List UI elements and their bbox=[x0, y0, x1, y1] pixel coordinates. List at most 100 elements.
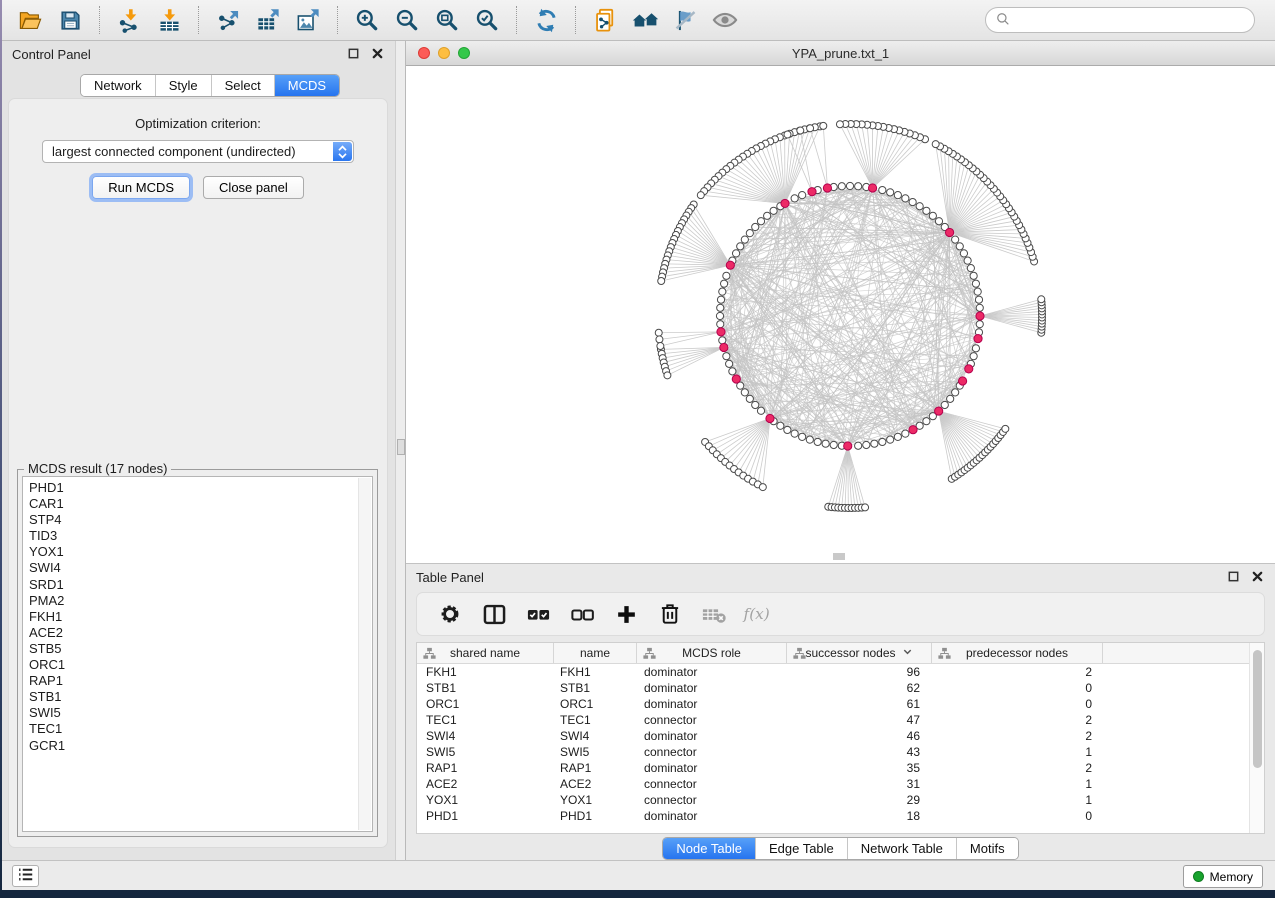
add-column-button[interactable] bbox=[609, 597, 643, 631]
search-input[interactable] bbox=[1012, 9, 1254, 31]
memory-button[interactable]: Memory bbox=[1183, 865, 1263, 888]
run-mcds-button[interactable]: Run MCDS bbox=[92, 176, 190, 199]
result-node-item[interactable]: FKH1 bbox=[29, 609, 372, 625]
float-icon bbox=[1227, 570, 1240, 586]
result-node-item[interactable]: STP4 bbox=[29, 512, 372, 528]
table-row[interactable]: FKH1FKH1dominator962 bbox=[417, 664, 1264, 680]
toolbar-separator bbox=[99, 6, 100, 34]
result-node-item[interactable]: YOX1 bbox=[29, 544, 372, 560]
export-image-button[interactable] bbox=[288, 4, 328, 36]
result-node-item[interactable]: CAR1 bbox=[29, 496, 372, 512]
result-node-item[interactable]: SWI5 bbox=[29, 705, 372, 721]
network-window-titlebar: YPA_prune.txt_1 bbox=[406, 41, 1275, 66]
delete-table-button bbox=[697, 597, 731, 631]
zoom-selected-button[interactable] bbox=[467, 4, 507, 36]
tab-network[interactable]: Network bbox=[81, 75, 155, 96]
table-row[interactable]: YOX1YOX1connector291 bbox=[417, 792, 1264, 808]
table-panel-title: Table Panel bbox=[416, 570, 484, 585]
result-node-item[interactable]: TEC1 bbox=[29, 721, 372, 737]
zoom-fit-button[interactable] bbox=[427, 4, 467, 36]
select-all-columns-button[interactable] bbox=[521, 597, 555, 631]
float-table-panel-button[interactable] bbox=[1225, 570, 1241, 586]
save-session-button[interactable] bbox=[50, 4, 90, 36]
tab-mcds[interactable]: MCDS bbox=[274, 75, 339, 96]
divider-scroll-thumb[interactable] bbox=[397, 439, 405, 455]
node-table[interactable]: shared namenameMCDS rolesuccessor nodesp… bbox=[416, 642, 1265, 834]
table-cell: 1 bbox=[932, 745, 1103, 759]
table-cell: 0 bbox=[932, 809, 1103, 823]
column-header-MCDS-role[interactable]: MCDS role bbox=[637, 643, 787, 663]
table-cell: 43 bbox=[787, 745, 932, 759]
column-header-predecessor-nodes[interactable]: predecessor nodes bbox=[932, 643, 1103, 663]
column-header-successor-nodes[interactable]: successor nodes bbox=[787, 643, 932, 663]
close-panel-button-mcds[interactable]: Close panel bbox=[203, 176, 304, 199]
table-cell: ACE2 bbox=[554, 777, 637, 791]
result-node-item[interactable]: GCR1 bbox=[29, 738, 372, 754]
result-node-item[interactable]: TID3 bbox=[29, 528, 372, 544]
result-node-item[interactable]: PHD1 bbox=[29, 480, 372, 496]
tab-select[interactable]: Select bbox=[211, 75, 274, 96]
first-neighbors-button[interactable] bbox=[625, 4, 665, 36]
column-header-shared-name[interactable]: shared name bbox=[417, 643, 554, 663]
refresh-layout-button[interactable] bbox=[526, 4, 566, 36]
import-network-button[interactable] bbox=[109, 4, 149, 36]
result-node-item[interactable]: ORC1 bbox=[29, 657, 372, 673]
close-panel-button[interactable] bbox=[369, 47, 385, 63]
table-scrollbar[interactable] bbox=[1249, 643, 1264, 833]
table-row[interactable]: SWI4SWI4dominator462 bbox=[417, 728, 1264, 744]
table-header-row: shared namenameMCDS rolesuccessor nodesp… bbox=[417, 643, 1264, 664]
tab-edge-table[interactable]: Edge Table bbox=[755, 838, 847, 859]
table-row[interactable]: STB1STB1dominator620 bbox=[417, 680, 1264, 696]
table-cell: 18 bbox=[787, 809, 932, 823]
table-row[interactable]: ACE2ACE2connector311 bbox=[417, 776, 1264, 792]
main-toolbar bbox=[2, 0, 1275, 41]
float-panel-button[interactable] bbox=[345, 47, 361, 63]
table-cell: YOX1 bbox=[417, 793, 554, 807]
open-file-button[interactable] bbox=[10, 4, 50, 36]
criterion-select[interactable]: largest connected component (undirected) bbox=[42, 140, 354, 163]
network-hscroll-thumb[interactable] bbox=[833, 553, 845, 560]
show-hidden-button[interactable] bbox=[705, 4, 745, 36]
table-row[interactable]: RAP1RAP1dominator352 bbox=[417, 760, 1264, 776]
table-row[interactable]: TEC1TEC1connector472 bbox=[417, 712, 1264, 728]
network-canvas[interactable] bbox=[406, 66, 1275, 563]
table-cell: 47 bbox=[787, 713, 932, 727]
table-row[interactable]: ORC1ORC1dominator610 bbox=[417, 696, 1264, 712]
tab-node-table[interactable]: Node Table bbox=[663, 838, 755, 859]
table-row[interactable]: SWI5SWI5connector431 bbox=[417, 744, 1264, 760]
zoom-in-button[interactable] bbox=[347, 4, 387, 36]
tab-motifs[interactable]: Motifs bbox=[956, 838, 1018, 859]
import-table-button[interactable] bbox=[149, 4, 189, 36]
column-header-name[interactable]: name bbox=[554, 643, 637, 663]
panel-divider-scrollbar[interactable] bbox=[395, 41, 406, 860]
result-node-item[interactable]: SWI4 bbox=[29, 560, 372, 576]
result-node-item[interactable]: SRD1 bbox=[29, 577, 372, 593]
toolbar-separator bbox=[516, 6, 517, 34]
table-cell: connector bbox=[637, 793, 787, 807]
result-node-item[interactable]: STB1 bbox=[29, 689, 372, 705]
table-cell: SWI4 bbox=[417, 729, 554, 743]
hide-selected-button[interactable] bbox=[665, 4, 705, 36]
delete-column-button[interactable] bbox=[653, 597, 687, 631]
close-table-panel-button[interactable] bbox=[1249, 570, 1265, 586]
tab-network-table[interactable]: Network Table bbox=[847, 838, 956, 859]
result-node-item[interactable]: STB5 bbox=[29, 641, 372, 657]
unselect-all-columns-button[interactable] bbox=[565, 597, 599, 631]
table-row[interactable]: PHD1PHD1dominator180 bbox=[417, 808, 1264, 824]
table-settings-button[interactable] bbox=[433, 597, 467, 631]
result-node-item[interactable]: RAP1 bbox=[29, 673, 372, 689]
clone-network-button[interactable] bbox=[585, 4, 625, 36]
tab-style[interactable]: Style bbox=[155, 75, 211, 96]
result-node-item[interactable]: ACE2 bbox=[29, 625, 372, 641]
export-network-button[interactable] bbox=[208, 4, 248, 36]
zoom-out-button[interactable] bbox=[387, 4, 427, 36]
column-group-icon bbox=[422, 646, 437, 664]
result-node-item[interactable]: PMA2 bbox=[29, 593, 372, 609]
table-scroll-thumb[interactable] bbox=[1253, 650, 1262, 768]
task-history-button[interactable] bbox=[12, 865, 39, 887]
mcds-result-list[interactable]: PHD1CAR1STP4TID3YOX1SWI4SRD1PMA2FKH1ACE2… bbox=[22, 476, 373, 832]
table-cell: 1 bbox=[932, 793, 1103, 807]
result-list-scrollbar[interactable] bbox=[358, 478, 371, 830]
export-table-button[interactable] bbox=[248, 4, 288, 36]
toggle-columns-button[interactable] bbox=[477, 597, 511, 631]
